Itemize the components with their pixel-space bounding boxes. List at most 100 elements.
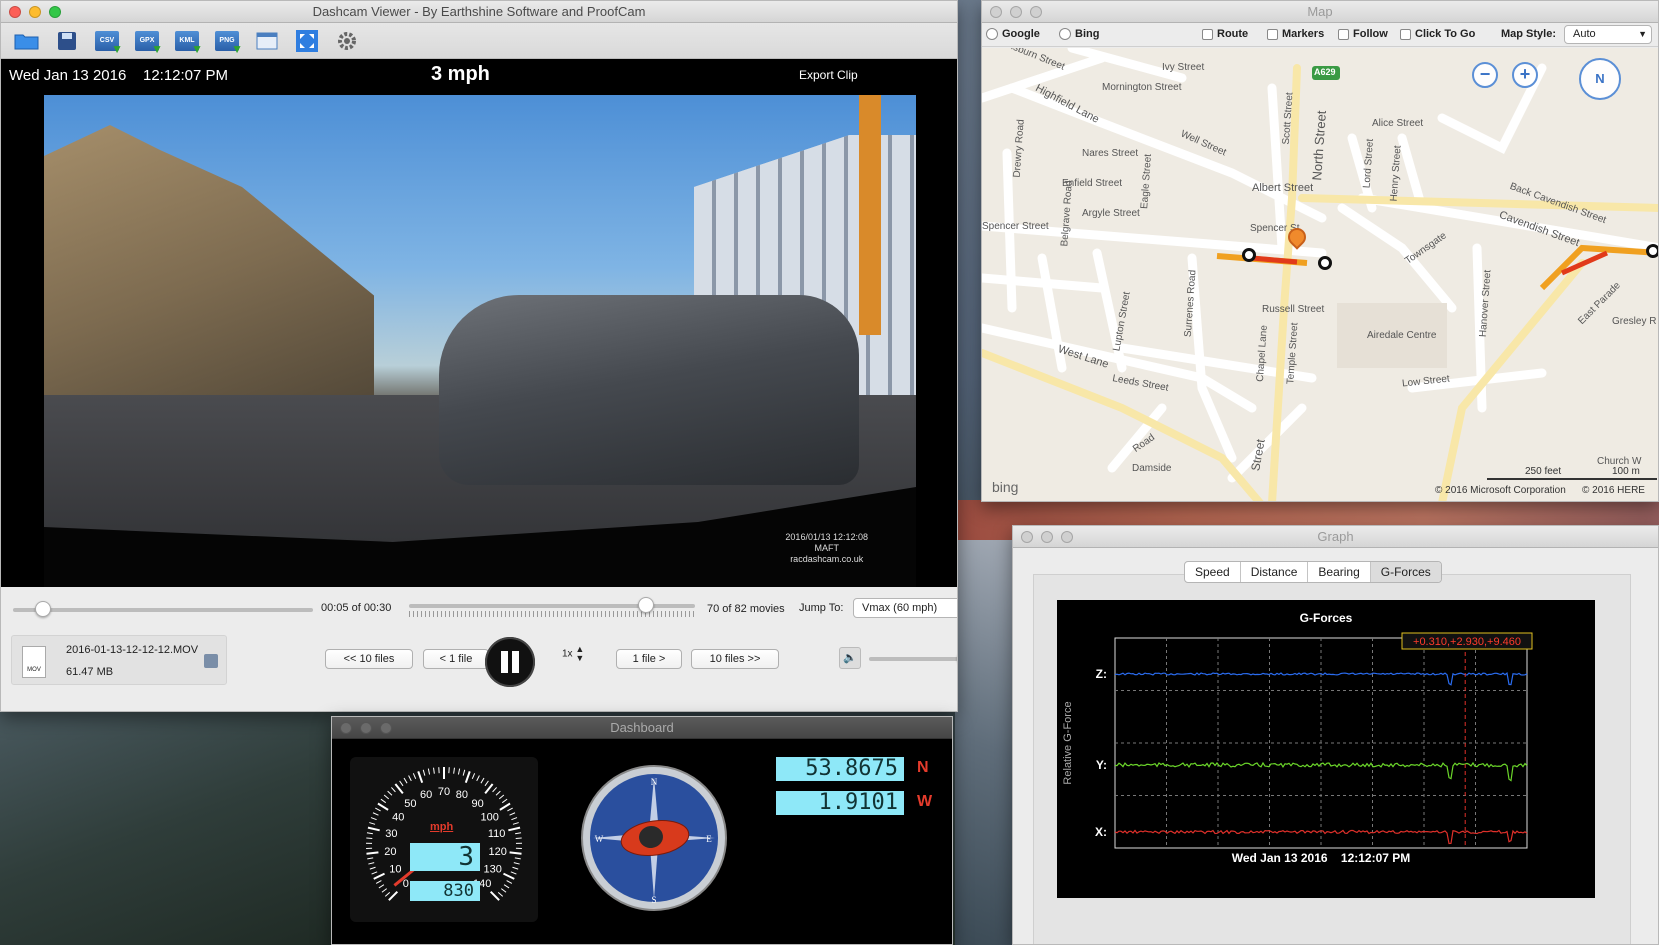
time-slider-knob[interactable] — [35, 601, 51, 617]
provider-google[interactable]: Google — [986, 28, 1040, 40]
radio-icon[interactable] — [986, 28, 998, 40]
movie-count: 70 of 82 movies — [707, 603, 785, 615]
zoom-button[interactable] — [380, 722, 392, 734]
speed-tick — [506, 880, 513, 884]
speed-lcd: 3 — [410, 843, 480, 871]
odometer-lcd: 830 — [410, 881, 480, 901]
checkbox-icon[interactable] — [1202, 28, 1213, 40]
speed-tick — [476, 775, 480, 782]
map-style-select[interactable]: Auto ▼ — [1564, 25, 1652, 44]
map-title: Map — [1307, 4, 1333, 19]
back-1-file-button[interactable]: < 1 file — [423, 649, 489, 669]
option-click-to-go[interactable]: Click To Go — [1400, 28, 1475, 40]
speed-tick — [394, 783, 404, 795]
time-slider[interactable] — [13, 608, 313, 612]
tab-g-forces[interactable]: G-Forces — [1370, 562, 1441, 582]
dashboard-window: Dashboard 0 10 20 30 40 50 60 70 80 90 100 110 120 13… — [331, 716, 953, 945]
graph-title: Graph — [1317, 529, 1354, 544]
speed-tick-label: 10 — [389, 863, 401, 875]
file-size: 61.47 MB — [66, 666, 114, 678]
compass-rotate-button[interactable]: N — [1579, 58, 1621, 100]
speed-tick-label: 20 — [384, 846, 396, 858]
playback-controls: 00:05 of 00:30 70 of 82 movies Jump To: … — [1, 587, 957, 711]
g-force-chart[interactable]: G-Forces Z: Y: X: +0.310,+2.930,+9.460 Wed Ja… — [1057, 600, 1595, 898]
speed-tick — [498, 794, 505, 800]
route-start-marker[interactable] — [1242, 248, 1256, 262]
zoom-button[interactable] — [1061, 531, 1073, 543]
speed-tick — [512, 822, 519, 825]
export-csv-button[interactable]: CSV ▼ — [93, 28, 123, 56]
forward-10-files-button[interactable]: 10 files >> — [691, 649, 779, 669]
video-player[interactable]: Wed Jan 13 2016 12:12:07 PM 3 mph Export… — [1, 59, 957, 587]
open-folder-button[interactable] — [13, 28, 41, 54]
speaker-icon[interactable]: 🔈 — [839, 647, 861, 669]
speed-tick-label: 60 — [420, 789, 432, 801]
export-png-button[interactable]: PNG ▼ — [213, 28, 243, 56]
minimize-button[interactable] — [1010, 6, 1022, 18]
g-force-plot[interactable]: G-Forces Z: Y: X: +0.310,+2.930,+9.460 Wed Ja… — [1057, 600, 1595, 898]
close-button[interactable] — [1021, 531, 1033, 543]
speed-tick — [510, 871, 517, 875]
volume-slider[interactable] — [869, 657, 957, 661]
option-markers[interactable]: Markers — [1267, 28, 1324, 40]
fullscreen-icon — [296, 29, 318, 52]
map-canvas[interactable]: A629 Gisburn Street Ivy Street Morningto… — [982, 48, 1658, 501]
speed-tick — [391, 787, 396, 793]
speed-tick — [464, 771, 471, 784]
speed-tick — [508, 826, 521, 832]
road-badge: A629 — [1314, 67, 1336, 77]
playback-rate[interactable]: 1x ▲ ▼ — [562, 645, 584, 663]
settings-button[interactable] — [333, 28, 361, 54]
route-marker[interactable] — [1646, 244, 1658, 258]
speed-tick-label: 70 — [438, 786, 450, 798]
latitude-direction: N — [917, 759, 929, 776]
speed-tick — [499, 802, 511, 811]
export-gpx-button[interactable]: GPX ▼ — [133, 28, 163, 56]
speed-tick — [503, 872, 515, 880]
tab-distance[interactable]: Distance — [1241, 562, 1309, 582]
save-button[interactable] — [53, 28, 81, 54]
speed-tick — [384, 891, 391, 897]
zoom-in-button[interactable]: + — [1512, 62, 1538, 88]
close-button[interactable] — [990, 6, 1002, 18]
current-file-info: MOV 2016-01-13-12-12-12.MOV 61.47 MB — [11, 635, 227, 685]
zoom-out-button[interactable]: − — [1472, 62, 1498, 88]
fullscreen-button[interactable] — [293, 28, 321, 54]
tab-bearing[interactable]: Bearing — [1308, 562, 1371, 582]
zoom-button[interactable] — [1030, 6, 1042, 18]
back-10-files-button[interactable]: << 10 files — [325, 649, 413, 669]
y-axis-label: Relative G-Force — [1062, 701, 1074, 784]
radio-icon[interactable] — [1059, 28, 1071, 40]
playback-rate-value: 1x — [562, 648, 573, 660]
route-end-marker[interactable] — [1318, 256, 1332, 270]
provider-bing[interactable]: Bing — [1059, 28, 1099, 40]
close-button[interactable] — [340, 722, 352, 734]
minimize-button[interactable] — [360, 722, 372, 734]
compass-dial: N E S W — [581, 765, 727, 911]
speed-tick — [484, 780, 489, 787]
export-kml-button[interactable]: KML ▼ — [173, 28, 203, 56]
minimize-button[interactable] — [29, 6, 41, 18]
speedometer: 0 10 20 30 40 50 60 70 80 90 100 110 120 130 140 mph 3… — [350, 757, 538, 922]
speed-tick — [511, 817, 518, 821]
series-label-z: Z: — [1096, 667, 1107, 681]
save-file-icon[interactable] — [204, 654, 218, 668]
checkbox-icon[interactable] — [1267, 28, 1278, 40]
window-button[interactable] — [253, 28, 281, 54]
option-follow[interactable]: Follow — [1338, 28, 1388, 40]
close-button[interactable] — [9, 6, 21, 18]
option-route[interactable]: Route — [1202, 28, 1248, 40]
export-clip-button[interactable]: Export Clip — [799, 68, 858, 82]
speed-tick — [373, 872, 385, 880]
speed-tick — [495, 790, 501, 796]
tab-speed[interactable]: Speed — [1185, 562, 1241, 582]
jump-to-select[interactable]: Vmax (60 mph) ▲▼ — [853, 598, 957, 618]
checkbox-icon[interactable] — [1338, 28, 1349, 40]
zoom-button[interactable] — [49, 6, 61, 18]
volume-slider-knob[interactable] — [956, 650, 957, 666]
forward-1-file-button[interactable]: 1 file > — [616, 649, 682, 669]
checkbox-icon[interactable] — [1400, 28, 1411, 40]
minimize-button[interactable] — [1041, 531, 1053, 543]
pause-button[interactable] — [485, 637, 535, 687]
rate-stepper-icon[interactable]: ▲ ▼ — [575, 645, 584, 663]
